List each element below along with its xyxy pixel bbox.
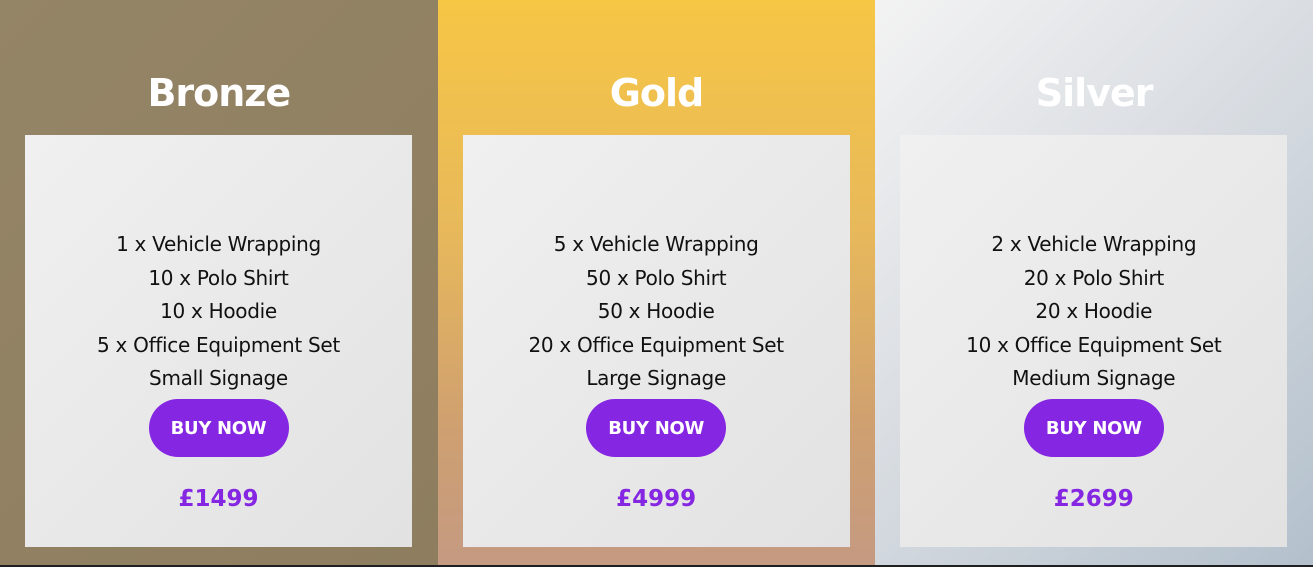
plan-price: £1499	[178, 486, 259, 512]
feature-item: 20 x Polo Shirt	[1023, 265, 1165, 290]
plan-title: Gold	[609, 71, 705, 115]
plan-silver: Silver 2 x Vehicle Wrapping 20 x Polo Sh…	[875, 0, 1313, 567]
plan-title: Bronze	[147, 71, 291, 115]
feature-item: 5 x Office Equipment Set	[97, 332, 340, 357]
feature-item: Large Signage	[586, 366, 726, 391]
plan-price: £4999	[616, 486, 697, 512]
feature-list: 5 x Vehicle Wrapping 50 x Polo Shirt 50 …	[463, 228, 850, 396]
feature-item: 20 x Office Equipment Set	[528, 332, 785, 357]
feature-item: 5 x Vehicle Wrapping	[553, 232, 759, 256]
plan-title: Silver	[1035, 71, 1154, 115]
plan-card: 5 x Vehicle Wrapping 50 x Polo Shirt 50 …	[462, 135, 850, 547]
feature-item: 2 x Vehicle Wrapping	[991, 232, 1197, 256]
feature-item: 20 x Hoodie	[1035, 299, 1153, 324]
feature-item: 10 x Polo Shirt	[148, 265, 289, 290]
plan-card: 1 x Vehicle Wrapping 10 x Polo Shirt 10 …	[25, 135, 412, 547]
plan-price: £2699	[1053, 486, 1134, 512]
feature-item: 50 x Hoodie	[597, 299, 715, 324]
plan-bronze: Bronze 1 x Vehicle Wrapping 10 x Polo Sh…	[0, 0, 438, 567]
feature-item: 50 x Polo Shirt	[586, 265, 727, 290]
feature-item: 1 x Vehicle Wrapping	[116, 232, 321, 256]
plan-gold: Gold 5 x Vehicle Wrapping 50 x Polo Shir…	[437, 0, 876, 567]
feature-list: 1 x Vehicle Wrapping 10 x Polo Shirt 10 …	[25, 228, 412, 396]
feature-item: 10 x Office Equipment Set	[966, 332, 1222, 357]
feature-item: Medium Signage	[1012, 366, 1176, 391]
buy-now-button[interactable]: BUY NOW	[148, 399, 289, 457]
feature-list: 2 x Vehicle Wrapping 20 x Polo Shirt 20 …	[900, 228, 1287, 396]
buy-now-button[interactable]: BUY NOW	[586, 399, 727, 457]
buy-now-button[interactable]: BUY NOW	[1023, 399, 1164, 457]
pricing-plans: Bronze 1 x Vehicle Wrapping 10 x Polo Sh…	[0, 0, 1313, 567]
plan-card: 2 x Vehicle Wrapping 20 x Polo Shirt 20 …	[900, 135, 1288, 547]
feature-item: 10 x Hoodie	[160, 299, 277, 324]
feature-item: Small Signage	[149, 366, 288, 391]
